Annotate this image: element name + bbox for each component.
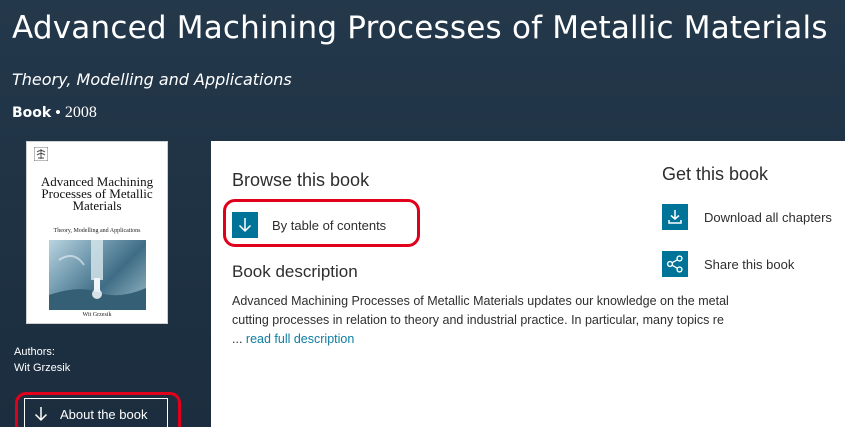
read-full-description-link[interactable]: read full description — [246, 332, 354, 346]
cover-title: Advanced Machining Processes of Metallic… — [40, 174, 154, 213]
download-all-chapters-button[interactable]: Download all chapters — [662, 204, 832, 230]
page-subtitle: Theory, Modelling and Applications — [12, 70, 292, 89]
machining-illustration-icon — [49, 240, 146, 310]
download-icon — [668, 210, 682, 224]
get-book-heading: Get this book — [662, 164, 769, 184]
share-icon-box — [662, 251, 688, 277]
browse-heading: Browse this book — [232, 170, 370, 190]
publisher-logo-icon — [34, 147, 48, 161]
download-label: Download all chapters — [704, 209, 832, 225]
book-cover[interactable]: Advanced Machining Processes of Metallic… — [26, 141, 168, 324]
cover-author: Wit Grzesik — [82, 312, 112, 318]
book-meta: Book • 2008 — [12, 104, 97, 122]
content-type: Book — [12, 105, 52, 121]
page-title: Advanced Machining Processes of Metallic… — [12, 10, 828, 46]
share-this-book-button[interactable]: Share this book — [662, 251, 794, 277]
annotation-highlight-about — [15, 392, 181, 427]
share-icon — [666, 255, 683, 273]
authors-label: Authors: — [14, 346, 55, 358]
author-name[interactable]: Wit Grzesik — [14, 362, 70, 374]
cover-artwork — [49, 240, 146, 310]
description-heading: Book description — [232, 262, 358, 281]
share-label: Share this book — [704, 256, 795, 272]
meta-separator: • — [55, 104, 61, 121]
annotation-highlight-toc — [223, 199, 420, 247]
cover-subtitle: Theory, Modelling and Applications — [53, 228, 141, 234]
download-icon-box — [662, 204, 688, 230]
description-text: Advanced Machining Processes of Metallic… — [232, 292, 732, 349]
content-panel: Browse this book By table of contents Bo… — [211, 141, 845, 427]
publication-year: 2008 — [64, 104, 97, 121]
